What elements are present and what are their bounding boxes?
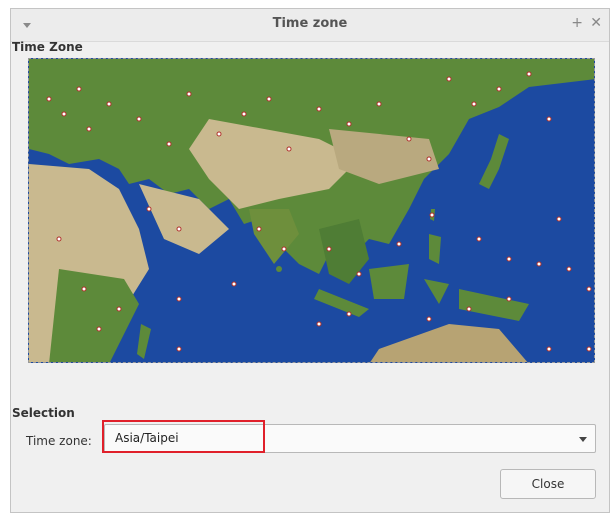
selection-section-label: Selection xyxy=(12,406,75,420)
timezone-dropdown-value: Asia/Taipei xyxy=(115,431,179,445)
window-title: Time zone xyxy=(272,16,348,31)
chevron-down-icon[interactable] xyxy=(579,437,587,442)
close-icon[interactable]: ✕ xyxy=(590,15,602,31)
close-button[interactable]: Close xyxy=(500,469,596,499)
title-bar: Time zone + ✕ xyxy=(11,9,609,42)
timezone-dropdown[interactable]: Asia/Taipei xyxy=(104,424,596,453)
timezone-section-label: Time Zone xyxy=(12,40,83,54)
world-map-image[interactable] xyxy=(29,59,595,363)
timezone-map[interactable] xyxy=(28,58,595,363)
timezone-field-label: Time zone: xyxy=(26,434,92,448)
maximize-icon[interactable]: + xyxy=(571,15,583,31)
